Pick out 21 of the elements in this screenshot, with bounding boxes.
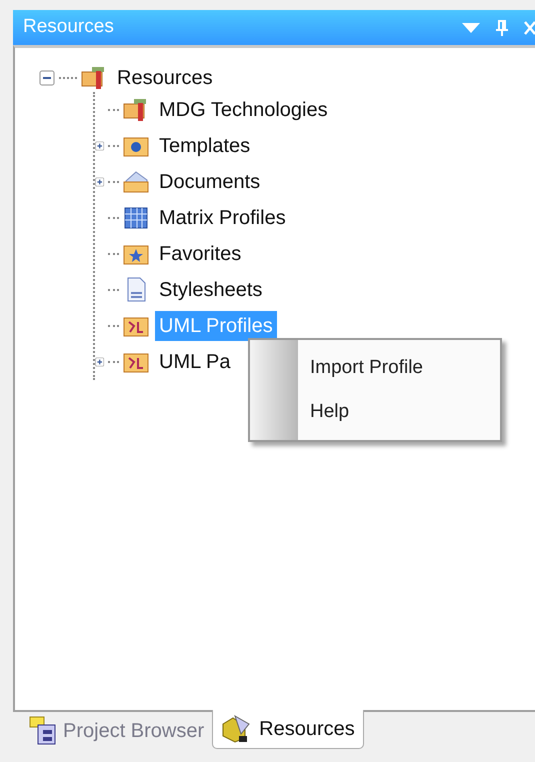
tree-item[interactable]: Templates	[155, 131, 254, 161]
pin-icon[interactable]	[496, 20, 508, 36]
close-icon[interactable]	[524, 20, 535, 36]
tree-item[interactable]: MDG Technologies	[155, 95, 332, 125]
menu-item[interactable]: Import Profile	[250, 346, 500, 390]
panel-tab[interactable]: Project Browser	[21, 712, 212, 750]
panel-tab[interactable]: Resources	[212, 710, 364, 749]
tree-item[interactable]: Matrix Profiles	[155, 203, 290, 233]
tree-item[interactable]: Favorites	[155, 239, 246, 269]
menu-item[interactable]: Help	[250, 390, 500, 434]
toolbox-icon	[81, 65, 107, 91]
toolbox-icon	[123, 97, 149, 123]
collapse-icon[interactable]	[39, 70, 55, 86]
tree-item[interactable]: Resources	[113, 63, 217, 93]
tree-item[interactable]: UML Pa	[155, 347, 235, 377]
panel-title: Resources	[23, 15, 114, 40]
folder-tree-icon	[29, 716, 57, 746]
tree-item[interactable]: Documents	[155, 167, 264, 197]
tree-item[interactable]: Stylesheets	[155, 275, 266, 305]
grid-icon	[123, 205, 149, 231]
documents-icon	[123, 169, 149, 195]
